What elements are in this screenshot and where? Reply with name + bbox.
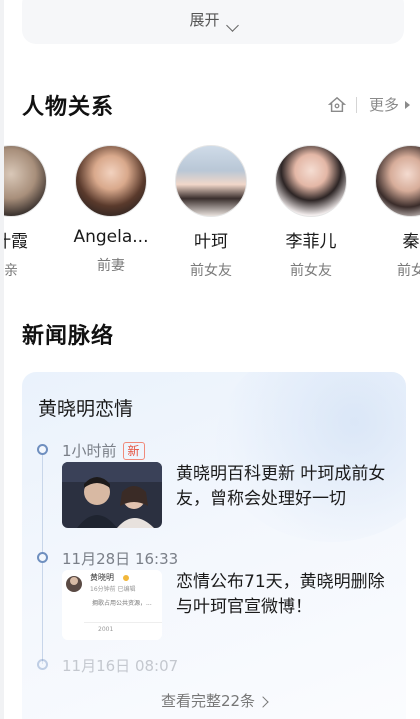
- person-relation: 亲: [4, 263, 18, 279]
- see-all-button[interactable]: 查看完整22条: [22, 690, 406, 711]
- news-headline[interactable]: 黄晓明百科更新 叶珂成前女友，曾称会处理好一切: [176, 462, 386, 512]
- divider: [355, 96, 357, 113]
- triangle-right-icon: [405, 100, 410, 109]
- expand-label: 展开: [189, 11, 220, 29]
- post-count: 2001: [98, 626, 114, 633]
- person-relation: 前妻: [97, 258, 125, 274]
- news-card: 黄晓明恋情 1小时前新 黄晓明百科更新 叶珂成前女友，曾称会处理好一切 11月2…: [22, 372, 406, 719]
- news-title: 新闻脉络: [22, 324, 115, 349]
- person-name: 叶霞: [4, 232, 28, 252]
- more-link[interactable]: 更多: [369, 94, 399, 115]
- avatar: [375, 145, 420, 217]
- person-card[interactable]: 叶霞 亲: [4, 145, 56, 280]
- new-badge: 新: [122, 442, 145, 460]
- person-name: 李菲儿: [285, 232, 337, 252]
- news-headline[interactable]: 恋情公布71天，黄晓明删除与叶珂官宣微博！: [176, 570, 386, 620]
- avatar: [4, 145, 47, 217]
- person-card[interactable]: Angela... 前妻: [66, 145, 156, 275]
- news-thumbnail[interactable]: [62, 462, 162, 528]
- person-name: Angela...: [73, 227, 149, 247]
- person-name: 叶珂: [194, 232, 228, 252]
- avatar: [175, 145, 247, 217]
- chevron-right-icon: [257, 696, 269, 708]
- news-photo: [62, 462, 162, 528]
- timeline-dot: [37, 444, 48, 455]
- post-body: 拥歌占用公共资源，...: [92, 600, 152, 607]
- people-carousel[interactable]: 叶霞 亲 Angela... 前妻 叶珂 前女友 李菲儿 前女友 秦 前女: [4, 145, 420, 285]
- expand-button[interactable]: 展开: [22, 0, 404, 44]
- person-card[interactable]: 叶珂 前女友: [166, 145, 256, 280]
- person-card[interactable]: 李菲儿 前女友: [266, 145, 356, 280]
- news-time: 1小时前新: [62, 440, 145, 461]
- person-relation: 前女: [397, 263, 420, 279]
- avatar: [275, 145, 347, 217]
- post-meta: 16分钟前 已编辑: [90, 586, 136, 593]
- person-relation: 前女友: [190, 263, 232, 279]
- avatar: [75, 145, 147, 217]
- post-username: 黄晓明: [90, 573, 114, 582]
- news-time-text: 11月28日 16:33: [62, 550, 179, 568]
- page: 展开 人物关系 更多 叶霞 亲 Angela... 前妻 叶珂 前女友: [4, 0, 420, 719]
- relations-title: 人物关系: [22, 95, 115, 120]
- relations-header-actions: 更多: [327, 94, 410, 115]
- news-card-title: 黄晓明恋情: [38, 398, 134, 420]
- timeline-dot: [37, 552, 48, 563]
- news-time-text: 1小时前: [62, 442, 117, 460]
- timeline-dot: [37, 659, 48, 670]
- family-tree-icon[interactable]: [327, 96, 346, 114]
- news-thumbnail[interactable]: 黄晓明 16分钟前 已编辑 拥歌占用公共资源，... 2001: [62, 570, 162, 640]
- news-time-text: 11月16日 08:07: [62, 657, 179, 675]
- person-card[interactable]: 秦 前女: [366, 145, 420, 280]
- person-relation: 前女友: [290, 263, 332, 279]
- globe-decoration: [216, 372, 406, 542]
- chevron-down-icon: [225, 19, 239, 32]
- person-name: 秦: [402, 232, 420, 252]
- see-all-label: 查看完整22条: [160, 692, 256, 710]
